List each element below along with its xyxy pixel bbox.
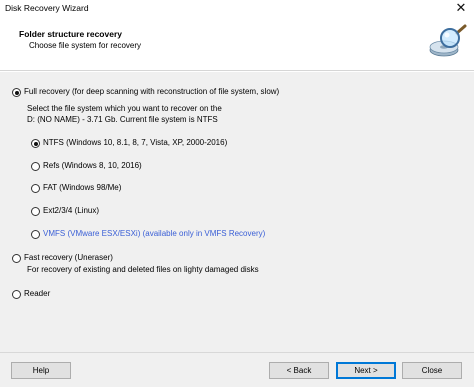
wizard-body: Full recovery (for deep scanning with re… (0, 72, 474, 352)
close-button[interactable]: Close (402, 362, 462, 379)
filesystem-description-line2: D: (NO NAME) - 3.71 Gb. Current file sys… (27, 115, 218, 124)
ntfs-label[interactable]: NTFS (Windows 10, 8.1, 8, 7, Vista, XP, … (43, 138, 227, 147)
full-recovery-radio[interactable] (12, 88, 21, 97)
fast-recovery-label[interactable]: Fast recovery (Uneraser) (24, 253, 113, 262)
back-button[interactable]: < Back (269, 362, 329, 379)
filesystem-description-line1: Select the file system which you want to… (27, 104, 222, 113)
wizard-footer: Help < Back Next > Close (0, 352, 474, 387)
full-recovery-label[interactable]: Full recovery (for deep scanning with re… (24, 87, 279, 96)
page-subtitle: Choose file system for recovery (29, 41, 142, 50)
ntfs-radio[interactable] (31, 139, 40, 148)
title-bar: Disk Recovery Wizard ✕ (0, 0, 474, 17)
magnifier-disk-icon (429, 24, 467, 57)
close-icon[interactable]: ✕ (450, 0, 472, 16)
window-title: Disk Recovery Wizard (5, 3, 89, 13)
wizard-header: Folder structure recovery Choose file sy… (0, 17, 474, 71)
reader-radio[interactable] (12, 290, 21, 299)
refs-label[interactable]: Refs (Windows 8, 10, 2016) (43, 161, 142, 170)
ext-label[interactable]: Ext2/3/4 (Linux) (43, 206, 99, 215)
fat-label[interactable]: FAT (Windows 98/Me) (43, 183, 121, 192)
refs-radio[interactable] (31, 162, 40, 171)
fast-recovery-description: For recovery of existing and deleted fil… (27, 265, 259, 274)
vmfs-label[interactable]: VMFS (VMware ESX/ESXi) (available only i… (43, 229, 265, 238)
vmfs-radio[interactable] (31, 230, 40, 239)
help-button[interactable]: Help (11, 362, 71, 379)
reader-label[interactable]: Reader (24, 289, 50, 298)
fast-recovery-radio[interactable] (12, 254, 21, 263)
fat-radio[interactable] (31, 184, 40, 193)
ext-radio[interactable] (31, 207, 40, 216)
next-button[interactable]: Next > (336, 362, 396, 379)
page-title: Folder structure recovery (19, 29, 122, 39)
